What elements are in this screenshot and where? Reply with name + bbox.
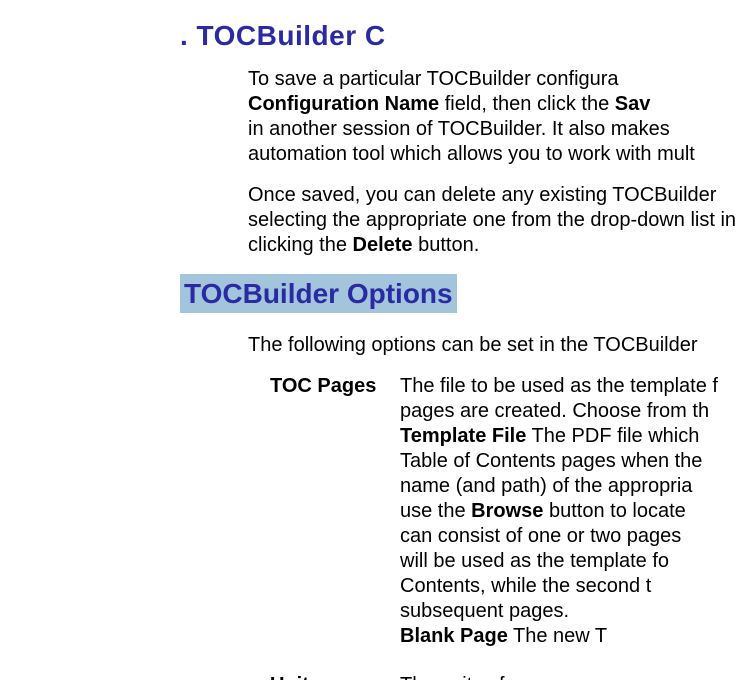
option-units: Units The units of [270,673,754,680]
option-label: TOC Pages [270,374,400,649]
p2: Once saved, you can delete any existing … [248,183,754,258]
section-heading-selected: TOCBuilder Options [180,274,457,313]
prev-heading: . TOCBuilder C [180,18,754,53]
option-desc: The file to be used as the template f pa… [400,374,754,649]
p3: The following options can be set in the … [248,333,754,358]
option-desc: The units of [400,673,754,680]
option-label: Units [270,673,400,680]
option-toc-pages: TOC Pages The file to be used as the tem… [270,374,754,649]
p1: To save a particular TOCBuilder configur… [248,67,754,167]
